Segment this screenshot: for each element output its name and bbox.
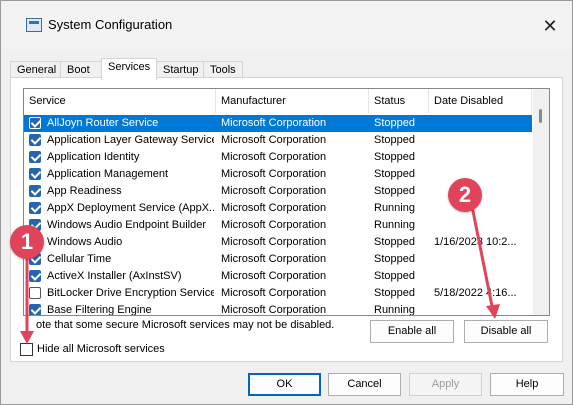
table-row[interactable]: AllJoyn Router Service Microsoft Corporat…: [24, 115, 532, 132]
service-name-cell: Windows Audio Endpoint Builder: [47, 219, 206, 231]
annotation-badge-2: 2: [448, 178, 482, 212]
table-row[interactable]: ActiveX Installer (AxInstSV) Microsoft Co…: [24, 268, 532, 285]
status-cell: Stopped: [374, 117, 415, 129]
title-bar[interactable]: System Configuration ✕: [1, 1, 572, 49]
service-checkbox[interactable]: [29, 185, 41, 197]
service-name-cell: Windows Audio: [47, 236, 123, 248]
manufacturer-cell: Microsoft Corporation: [221, 134, 327, 146]
status-cell: Stopped: [374, 236, 415, 248]
service-checkbox[interactable]: [29, 270, 41, 282]
hide-microsoft-services-label: Hide all Microsoft services: [37, 343, 165, 355]
disable-all-button[interactable]: Disable all: [464, 320, 548, 343]
column-header-service[interactable]: Service: [24, 89, 216, 113]
service-checkbox[interactable]: [29, 287, 41, 299]
manufacturer-cell: Microsoft Corporation: [221, 219, 327, 231]
ok-button[interactable]: OK: [248, 373, 321, 396]
service-name-cell: ActiveX Installer (AxInstSV): [47, 270, 182, 282]
service-checkbox[interactable]: [29, 151, 41, 163]
status-cell: Stopped: [374, 287, 415, 299]
status-cell: Stopped: [374, 270, 415, 282]
table-row[interactable]: Windows Audio Endpoint Builder Microsoft …: [24, 217, 532, 234]
manufacturer-cell: Microsoft Corporation: [221, 236, 327, 248]
vertical-scrollbar[interactable]: [533, 89, 549, 315]
window-title: System Configuration: [48, 17, 173, 32]
close-button[interactable]: ✕: [535, 13, 565, 41]
service-name-cell: AppX Deployment Service (AppX...: [47, 202, 214, 214]
service-name-cell: Application Management: [47, 168, 169, 180]
status-cell: Stopped: [374, 151, 415, 163]
hide-microsoft-services-checkbox[interactable]: [20, 343, 33, 356]
enable-all-button[interactable]: Enable all: [370, 320, 454, 343]
column-header-date-disabled[interactable]: Date Disabled: [429, 89, 532, 113]
service-name-cell: AllJoyn Router Service: [47, 117, 159, 129]
date-disabled-cell: 5/18/2022 4:16...: [434, 287, 517, 299]
service-checkbox[interactable]: [29, 168, 41, 180]
manufacturer-cell: Microsoft Corporation: [221, 185, 327, 197]
status-cell: Stopped: [374, 253, 415, 265]
date-disabled-cell: 1/16/2023 10:2...: [434, 236, 517, 248]
manufacturer-cell: Microsoft Corporation: [221, 117, 327, 129]
manufacturer-cell: Microsoft Corporation: [221, 168, 327, 180]
status-cell: Stopped: [374, 134, 415, 146]
tab-services[interactable]: Services: [101, 58, 157, 80]
table-row[interactable]: Windows Audio Microsoft Corporation Stoppe…: [24, 234, 532, 251]
status-cell: Stopped: [374, 168, 415, 180]
manufacturer-cell: Microsoft Corporation: [221, 151, 327, 163]
list-header: Service Manufacturer Status Date Disable…: [24, 89, 532, 113]
service-name-cell: Cellular Time: [47, 253, 112, 265]
status-cell: Running: [374, 202, 415, 214]
column-header-status[interactable]: Status: [369, 89, 429, 113]
scrollbar-thumb[interactable]: [539, 109, 542, 123]
table-row[interactable]: Application Identity Microsoft Corporatio…: [24, 149, 532, 166]
service-checkbox[interactable]: [29, 202, 41, 214]
manufacturer-cell: Microsoft Corporation: [221, 304, 327, 316]
apply-button: Apply: [409, 373, 482, 396]
table-row[interactable]: Base Filtering Engine Microsoft Corporati…: [24, 302, 532, 316]
help-button[interactable]: Help: [490, 373, 564, 396]
cancel-button[interactable]: Cancel: [328, 373, 401, 396]
system-configuration-window: System Configuration ✕ General Boot Serv…: [0, 0, 573, 405]
service-name-cell: Application Layer Gateway Service: [47, 134, 214, 146]
status-cell: Running: [374, 219, 415, 231]
annotation-badge-1: 1: [10, 225, 44, 259]
status-cell: Stopped: [374, 185, 415, 197]
table-row[interactable]: BitLocker Drive Encryption Service Micros…: [24, 285, 532, 302]
table-row[interactable]: Cellular Time Microsoft Corporation Stoppe…: [24, 251, 532, 268]
secure-services-note: ote that some secure Microsoft services …: [36, 319, 335, 331]
manufacturer-cell: Microsoft Corporation: [221, 202, 327, 214]
service-checkbox[interactable]: [29, 134, 41, 146]
service-name-cell: App Readiness: [47, 185, 122, 197]
status-cell: Running: [374, 304, 415, 316]
service-name-cell: BitLocker Drive Encryption Service: [47, 287, 214, 299]
manufacturer-cell: Microsoft Corporation: [221, 253, 327, 265]
manufacturer-cell: Microsoft Corporation: [221, 270, 327, 282]
service-name-cell: Application Identity: [47, 151, 140, 163]
table-row[interactable]: Application Layer Gateway Service Microso…: [24, 132, 532, 149]
system-configuration-icon: [26, 18, 42, 32]
service-name-cell: Base Filtering Engine: [47, 304, 152, 316]
service-checkbox[interactable]: [29, 117, 41, 129]
service-checkbox[interactable]: [29, 304, 41, 315]
column-header-manufacturer[interactable]: Manufacturer: [216, 89, 369, 113]
manufacturer-cell: Microsoft Corporation: [221, 287, 327, 299]
